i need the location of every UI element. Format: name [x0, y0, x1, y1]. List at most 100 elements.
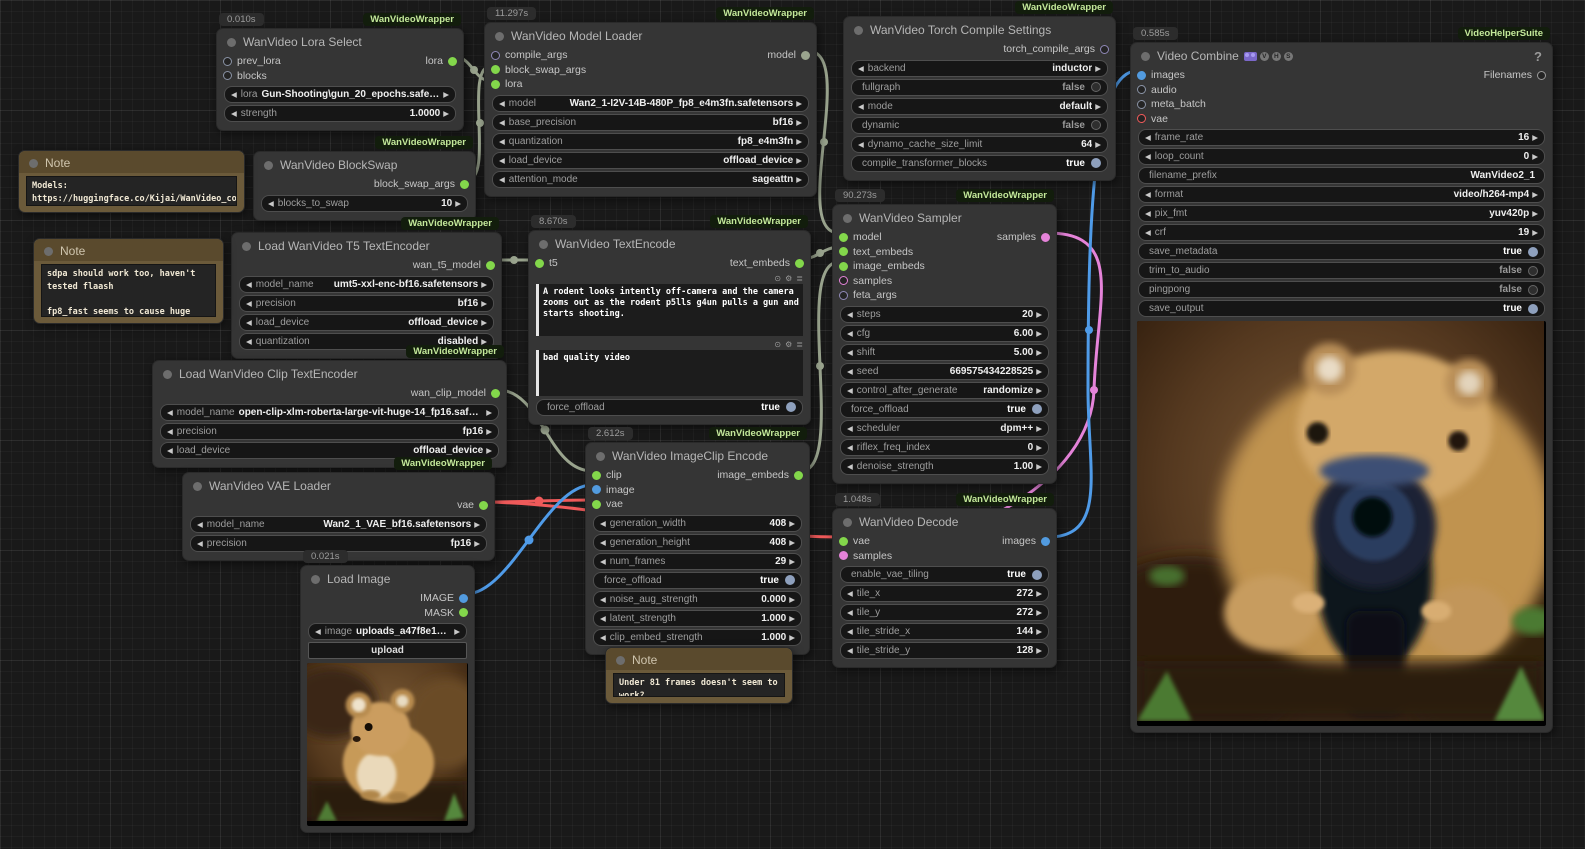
output-slot-samples[interactable]: samples — [991, 230, 1056, 245]
arrow-right-icon[interactable]: ▶ — [481, 280, 487, 289]
output-slot-MASK[interactable]: MASK — [414, 606, 474, 621]
arrow-right-icon[interactable]: ▶ — [481, 318, 487, 327]
arrow-left-icon[interactable]: ◀ — [600, 614, 606, 623]
slot-dot[interactable] — [1041, 233, 1050, 242]
arrow-right-icon[interactable]: ▶ — [1036, 310, 1042, 319]
arrow-right-icon[interactable]: ▶ — [1036, 627, 1042, 636]
widget-cfg[interactable]: ◀cfg6.00▶ — [840, 325, 1049, 342]
slot-dot[interactable] — [459, 608, 468, 617]
note-title-bar[interactable]: Note — [19, 151, 244, 173]
node-title-bar[interactable]: WanVideo Lora Select — [217, 29, 463, 52]
arrow-left-icon[interactable]: ◀ — [600, 538, 606, 547]
output-slot-wan_t5_model[interactable]: wan_t5_model — [407, 258, 501, 273]
arrow-right-icon[interactable]: ▶ — [789, 595, 795, 604]
widget-precision[interactable]: ◀precisionbf16▶ — [239, 295, 494, 312]
input-slot-clip[interactable]: clip — [586, 468, 641, 483]
arrow-left-icon[interactable]: ◀ — [197, 539, 203, 548]
widget-filename_prefix[interactable]: filename_prefixWanVideo2_1 — [1138, 167, 1545, 184]
arrow-left-icon[interactable]: ◀ — [600, 519, 606, 528]
arrow-right-icon[interactable]: ▶ — [1036, 443, 1042, 452]
arrow-right-icon[interactable]: ▶ — [481, 299, 487, 308]
arrow-left-icon[interactable]: ◀ — [600, 557, 606, 566]
slot-dot[interactable] — [1137, 100, 1146, 109]
slot-dot[interactable] — [794, 471, 803, 480]
note-title-bar[interactable]: Note — [606, 648, 792, 670]
arrow-right-icon[interactable]: ▶ — [486, 408, 492, 417]
arrow-right-icon[interactable]: ▶ — [1036, 367, 1042, 376]
slot-dot[interactable] — [223, 57, 232, 66]
node-title-bar[interactable]: WanVideo Model Loader — [485, 23, 816, 46]
collapse-dot-icon[interactable] — [193, 482, 202, 491]
speaker-icon[interactable]: ≣ — [796, 274, 803, 283]
input-slot-samples[interactable]: samples — [833, 549, 898, 564]
widget-format[interactable]: ◀formatvideo/h264-mp4▶ — [1138, 186, 1545, 203]
node-title-bar[interactable]: WanVideo ImageClip Encode — [586, 443, 809, 466]
widget-trim_to_audio[interactable]: trim_to_audiofalse — [1138, 262, 1545, 279]
toggle-knob[interactable] — [1091, 158, 1101, 168]
widget-clip_embed_strength[interactable]: ◀clip_embed_strength1.000▶ — [593, 629, 802, 646]
node-graph-canvas[interactable]: 0.010s WanVideoWrapper WanVideo Lora Sel… — [0, 0, 1585, 849]
collapse-dot-icon[interactable] — [163, 370, 172, 379]
slot-dot[interactable] — [448, 57, 457, 66]
arrow-right-icon[interactable]: ▶ — [1532, 152, 1538, 161]
note-sdpa[interactable]: Note sdpa should work too, haven't teste… — [33, 238, 224, 324]
arrow-right-icon[interactable]: ▶ — [1036, 348, 1042, 357]
slot-dot[interactable] — [491, 51, 500, 60]
widget-model_name[interactable]: ◀model_nameWan2_1_VAE_bf16.safetensors▶ — [190, 516, 487, 533]
arrow-left-icon[interactable]: ◀ — [499, 118, 505, 127]
arrow-right-icon[interactable]: ▶ — [1036, 608, 1042, 617]
input-slot-block_swap_args[interactable]: block_swap_args — [485, 63, 592, 78]
widget-precision[interactable]: ◀precisionfp16▶ — [160, 423, 499, 440]
widget-lora[interactable]: ◀loraGun-Shooting\gun_20_epochs.safetens… — [224, 86, 456, 103]
toggle-knob[interactable] — [1528, 266, 1538, 276]
widget-shift[interactable]: ◀shift5.00▶ — [840, 344, 1049, 361]
widget-force_offload[interactable]: force_offloadtrue — [536, 399, 803, 416]
toggle-knob[interactable] — [1528, 285, 1538, 295]
widget-precision[interactable]: ◀precisionfp16▶ — [190, 535, 487, 552]
arrow-left-icon[interactable]: ◀ — [246, 318, 252, 327]
node-title-bar[interactable]: WanVideo TextEncode — [529, 231, 810, 254]
arrow-right-icon[interactable]: ▶ — [789, 538, 795, 547]
widget-generation_width[interactable]: ◀generation_width408▶ — [593, 515, 802, 532]
arrow-right-icon[interactable]: ▶ — [1532, 209, 1538, 218]
input-slot-lora[interactable]: lora — [485, 77, 592, 92]
input-slot-image[interactable]: image — [586, 483, 641, 498]
widget-scheduler[interactable]: ◀schedulerdpm++▶ — [840, 420, 1049, 437]
output-slot-images[interactable]: images — [996, 534, 1056, 549]
input-slot-image_embeds[interactable]: image_embeds — [833, 259, 931, 274]
arrow-left-icon[interactable]: ◀ — [847, 386, 853, 395]
widget-backend[interactable]: ◀backendinductor▶ — [851, 60, 1108, 77]
widget-save_output[interactable]: save_outputtrue — [1138, 300, 1545, 317]
slot-dot[interactable] — [223, 71, 232, 80]
widget-strength[interactable]: ◀strength1.0000▶ — [224, 105, 456, 122]
input-slot-vae[interactable]: vae — [586, 497, 641, 512]
arrow-left-icon[interactable]: ◀ — [167, 408, 173, 417]
widget-save_metadata[interactable]: save_metadatatrue — [1138, 243, 1545, 260]
gear-icon[interactable]: ⚙ — [785, 340, 792, 349]
arrow-right-icon[interactable]: ▶ — [789, 633, 795, 642]
collapse-dot-icon[interactable] — [227, 38, 236, 47]
widget-load_device[interactable]: ◀load_deviceoffload_device▶ — [492, 152, 809, 169]
arrow-right-icon[interactable]: ▶ — [474, 539, 480, 548]
slot-dot[interactable] — [801, 51, 810, 60]
arrow-right-icon[interactable]: ▶ — [486, 446, 492, 455]
arrow-left-icon[interactable]: ◀ — [167, 446, 173, 455]
slot-dot[interactable] — [592, 485, 601, 494]
gear-icon[interactable]: ⚙ — [785, 274, 792, 283]
slot-dot[interactable] — [839, 551, 848, 560]
arrow-right-icon[interactable]: ▶ — [796, 175, 802, 184]
node-wanvideo-model-loader[interactable]: 11.297s WanVideoWrapper WanVideo Model L… — [484, 22, 817, 197]
output-slot-vae[interactable]: vae — [451, 498, 494, 513]
arrow-right-icon[interactable]: ▶ — [443, 109, 449, 118]
arrow-right-icon[interactable]: ▶ — [1095, 102, 1101, 111]
widget-load_device[interactable]: ◀load_deviceoffload_device▶ — [160, 442, 499, 459]
input-slot-compile_args[interactable]: compile_args — [485, 48, 592, 63]
arrow-left-icon[interactable]: ◀ — [1145, 190, 1151, 199]
node-video-combine[interactable]: 0.585s VideoHelperSuite Video Combine V … — [1130, 42, 1553, 733]
arrow-left-icon[interactable]: ◀ — [231, 109, 237, 118]
arrow-left-icon[interactable]: ◀ — [847, 627, 853, 636]
output-slot-model[interactable]: model — [761, 48, 816, 63]
widget-steps[interactable]: ◀steps20▶ — [840, 306, 1049, 323]
input-slot-samples[interactable]: samples — [833, 274, 931, 289]
node-title-bar[interactable]: WanVideo BlockSwap — [254, 152, 475, 175]
